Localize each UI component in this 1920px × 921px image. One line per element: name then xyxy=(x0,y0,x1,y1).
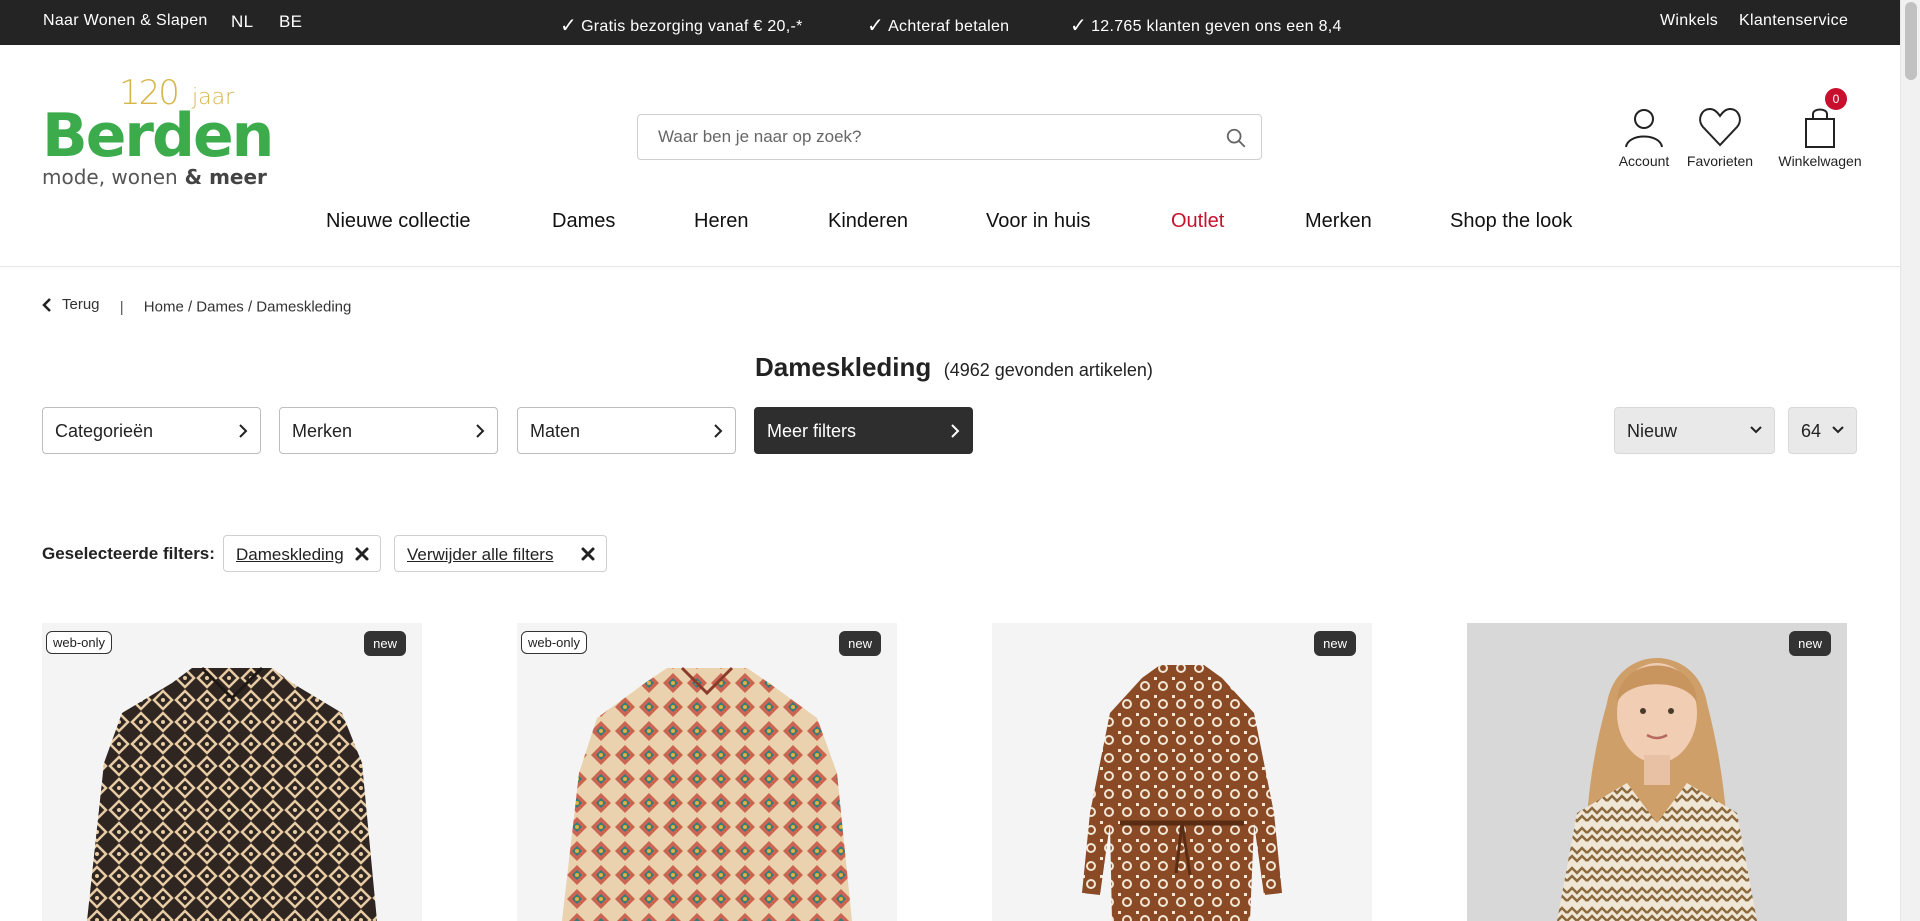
selected-filters-heading: Geselecteerde filters: xyxy=(42,544,215,563)
product-card[interactable]: new xyxy=(992,623,1372,921)
web-only-badge: web-only xyxy=(521,631,588,654)
site-header: 120 jaar Berden mode, wonen & meer Accou… xyxy=(0,45,1900,267)
search-box xyxy=(637,114,1262,160)
filter-sizes-label: Maten xyxy=(530,421,581,441)
close-icon xyxy=(581,547,595,561)
berden-logo[interactable]: 120 jaar Berden mode, wonen & meer xyxy=(42,73,282,193)
nav-new-collection[interactable]: Nieuwe collectie xyxy=(326,210,471,233)
chevron-right-icon xyxy=(239,424,248,438)
back-label: Terug xyxy=(62,296,100,313)
top-bar: Naar Wonen & Slapen NL BE ✓ Gratis bezorg… xyxy=(0,0,1900,45)
product-card[interactable]: web-only new xyxy=(42,623,422,921)
more-filters-label: Meer filters xyxy=(767,421,857,441)
chevron-left-icon xyxy=(42,297,51,312)
shopping-bag-icon xyxy=(1805,108,1835,148)
chip-label: Dameskleding xyxy=(236,545,344,564)
new-badge: new xyxy=(1789,631,1831,656)
lang-be[interactable]: BE xyxy=(279,12,302,32)
sort-select[interactable]: Nieuw xyxy=(1614,407,1775,454)
result-count: (4962 gevonden artikelen) xyxy=(943,360,1153,380)
nav-home[interactable]: Voor in huis xyxy=(986,210,1091,233)
main-navigation: Nieuwe collectie Dames Heren Kinderen Vo… xyxy=(0,210,1900,240)
nav-kids[interactable]: Kinderen xyxy=(828,210,908,233)
nav-outlet[interactable]: Outlet xyxy=(1171,210,1224,233)
sort-value: Nieuw xyxy=(1627,421,1678,441)
logo-tagline: mode, wonen & meer xyxy=(42,165,267,189)
filter-chip-dameskleding[interactable]: Dameskleding xyxy=(223,535,381,572)
tagline-amp: & xyxy=(177,165,210,189)
product-image xyxy=(1557,658,1757,921)
new-badge: new xyxy=(839,631,881,656)
tagline-part-b: meer xyxy=(209,165,267,189)
new-badge: new xyxy=(364,631,406,656)
usp-pay-later: ✓ Achteraf betalen xyxy=(867,12,1009,37)
chevron-right-icon xyxy=(476,424,485,438)
product-card[interactable]: web-only new xyxy=(517,623,897,921)
search-input[interactable] xyxy=(658,127,1198,147)
per-page-value: 64 xyxy=(1801,421,1822,441)
filter-categories-button[interactable]: Categorieën xyxy=(42,407,261,454)
breadcrumb-separator: | xyxy=(119,298,124,316)
nav-brands[interactable]: Merken xyxy=(1305,210,1372,233)
filter-brands-label: Merken xyxy=(292,421,353,441)
link-stores[interactable]: Winkels xyxy=(1660,12,1718,30)
scrollbar-thumb[interactable] xyxy=(1905,2,1917,80)
chevron-right-icon xyxy=(714,424,723,438)
usp-rating: ✓ 12.765 klanten geven ons een 8,4 xyxy=(1070,12,1342,37)
breadcrumb-path[interactable]: Home / Dames / Dameskleding xyxy=(144,299,352,316)
chevron-right-icon xyxy=(951,424,960,438)
filter-brands-button[interactable]: Merken xyxy=(279,407,498,454)
usp-shipping: ✓ Gratis bezorging vanaf € 20,-* xyxy=(560,12,803,37)
user-icon xyxy=(1625,109,1663,148)
more-filters-button[interactable]: Meer filters xyxy=(754,407,973,454)
product-card[interactable]: new xyxy=(1467,623,1847,921)
clear-all-filters-chip[interactable]: Verwijder alle filters xyxy=(394,535,607,572)
usp-rating-text: 12.765 klanten geven ons een 8,4 xyxy=(1091,18,1342,35)
lang-nl[interactable]: NL xyxy=(231,12,253,32)
cart-button[interactable]: Winkelwagen xyxy=(1777,105,1863,169)
breadcrumb: Terug | Home / Dames / Dameskleding xyxy=(42,296,351,316)
account-label: Account xyxy=(1618,153,1670,169)
chip-label: Verwijder alle filters xyxy=(407,545,554,564)
per-page-select[interactable]: 64 xyxy=(1788,407,1857,454)
chevron-down-icon xyxy=(1832,426,1844,434)
filter-sizes-button[interactable]: Maten xyxy=(517,407,736,454)
back-link[interactable]: Terug xyxy=(42,296,100,313)
new-badge: new xyxy=(1314,631,1356,656)
usp-shipping-text: Gratis bezorging vanaf € 20,-* xyxy=(581,18,803,35)
product-image xyxy=(87,666,377,921)
check-icon: ✓ xyxy=(1070,15,1088,37)
cart-count-badge: 0 xyxy=(1825,88,1847,110)
check-icon: ✓ xyxy=(560,15,578,37)
close-icon xyxy=(355,547,369,561)
usp-pay-later-text: Achteraf betalen xyxy=(888,18,1010,35)
nav-shop-the-look[interactable]: Shop the look xyxy=(1450,210,1572,233)
nav-men[interactable]: Heren xyxy=(694,210,748,233)
web-only-badge: web-only xyxy=(46,631,113,654)
favorites-label: Favorieten xyxy=(1686,153,1754,169)
page-heading: Dameskleding (4962 gevonden artikelen) xyxy=(755,352,1153,383)
search-icon[interactable] xyxy=(1225,127,1247,149)
link-wonen-slapen[interactable]: Naar Wonen & Slapen xyxy=(43,12,208,30)
heart-icon xyxy=(1699,107,1741,147)
chevron-down-icon xyxy=(1750,426,1762,434)
logo-brand: Berden xyxy=(42,101,274,171)
product-image xyxy=(562,666,852,921)
account-button[interactable]: Account xyxy=(1614,105,1674,169)
link-customer-service[interactable]: Klantenservice xyxy=(1739,12,1848,30)
cart-label: Winkelwagen xyxy=(1778,153,1862,169)
filter-categories-label: Categorieën xyxy=(55,421,154,441)
page-title: Dameskleding xyxy=(755,352,932,382)
product-image xyxy=(1082,665,1282,921)
favorites-button[interactable]: Favorieten xyxy=(1685,105,1755,169)
tagline-part-a: mode, wonen xyxy=(42,165,178,189)
page-scrollbar[interactable] xyxy=(1900,0,1920,921)
check-icon: ✓ xyxy=(867,15,885,37)
nav-women[interactable]: Dames xyxy=(552,210,615,233)
